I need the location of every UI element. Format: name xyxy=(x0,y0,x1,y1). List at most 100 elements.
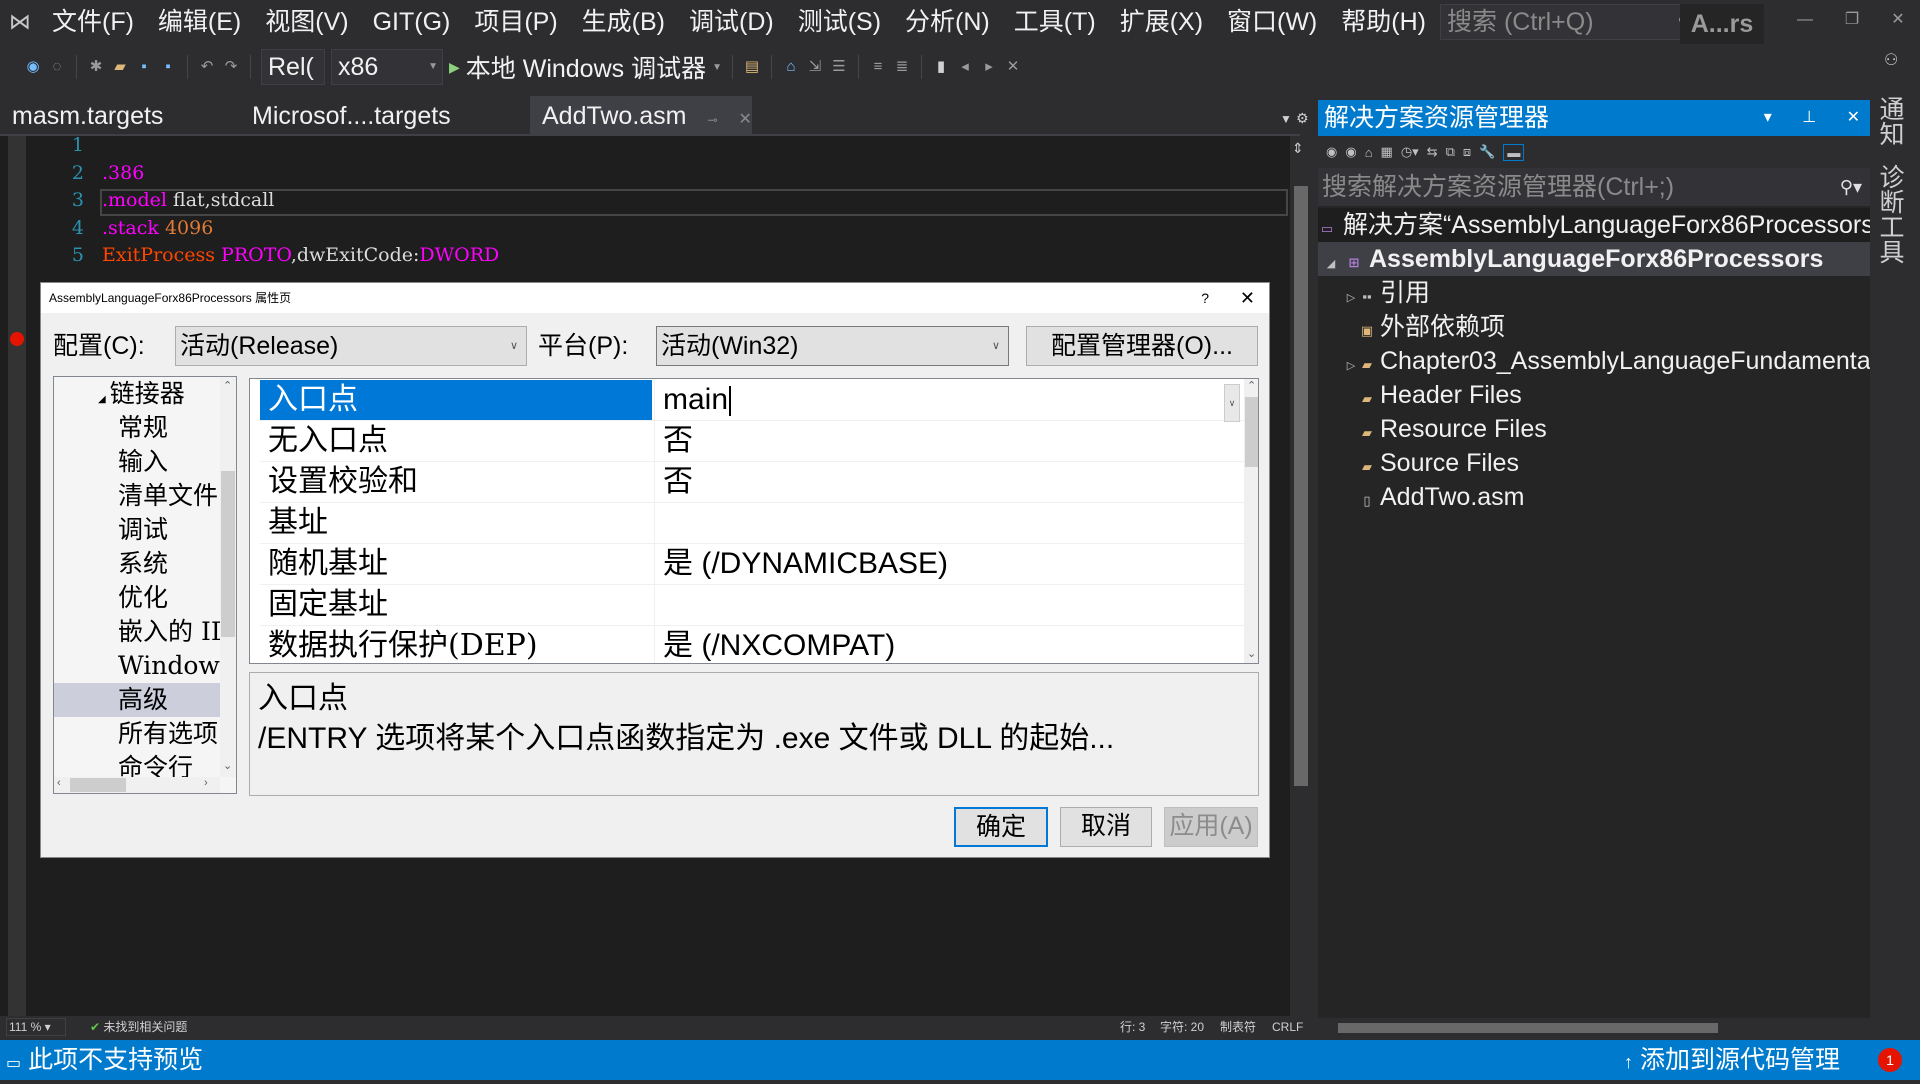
tree-item[interactable]: ▰ Header Files xyxy=(1318,378,1870,412)
configuration-manager-button[interactable]: 配置管理器(O)... xyxy=(1026,326,1258,366)
menu-item[interactable]: GIT(G) xyxy=(361,0,463,44)
notification-badge[interactable]: 1 xyxy=(1878,1048,1902,1072)
expanded-arrow-icon[interactable]: ◢ xyxy=(98,394,106,405)
menu-item[interactable]: 项目(P) xyxy=(462,0,569,44)
scroll-down-icon[interactable]: ⌄ xyxy=(1247,647,1256,660)
home-icon[interactable]: ⌂ xyxy=(1365,145,1373,160)
expanded-arrow-icon[interactable]: ◢ xyxy=(1324,247,1338,276)
menu-item[interactable]: 窗口(W) xyxy=(1215,0,1329,44)
start-debugging-button[interactable]: ▶ 本地 Windows 调试器 ▼ xyxy=(449,49,722,85)
close-icon[interactable]: ✕ xyxy=(738,111,751,128)
next-bookmark-icon[interactable]: ▸ xyxy=(980,56,998,78)
bookmark-icon[interactable]: ▮ xyxy=(932,56,950,78)
editor-vertical-scrollbar[interactable]: ⇕ xyxy=(1290,136,1312,1016)
grid-vertical-scrollbar[interactable]: ⌃ ⌄ xyxy=(1244,379,1258,663)
scroll-up-icon[interactable]: ⌃ xyxy=(1247,379,1256,392)
nav-item[interactable]: 系统 xyxy=(54,547,220,581)
tree-item[interactable]: ▷ ▰ Chapter03_AssemblyLanguageFundamentals xyxy=(1318,344,1870,378)
tree-item[interactable]: ▯ AddTwo.asm xyxy=(1318,480,1870,514)
back-icon[interactable]: ◉ xyxy=(1326,144,1337,160)
line-indicator[interactable]: 行: 3 xyxy=(1120,1018,1145,1036)
scroll-left-icon[interactable]: ‹ xyxy=(57,777,61,789)
line-ending-indicator[interactable]: CRLF xyxy=(1272,1018,1303,1036)
scroll-right-icon[interactable]: › xyxy=(204,777,208,789)
switch-views-icon[interactable]: ▦ xyxy=(1381,144,1393,160)
nav-item[interactable]: 嵌入的 IDL xyxy=(54,615,220,649)
nav-item[interactable]: 所有选项 xyxy=(54,717,220,751)
format-icon[interactable]: ☰ xyxy=(830,56,848,78)
nav-vertical-scrollbar[interactable]: ⌃ ⌄ xyxy=(220,377,236,777)
property-row[interactable]: 设置校验和 否 xyxy=(260,462,1244,503)
tree-item[interactable]: ▰ Source Files xyxy=(1318,446,1870,480)
split-window-icon[interactable]: ⇕ xyxy=(1292,140,1304,157)
add-to-source-control-button[interactable]: ↑ 添加到源代码管理 xyxy=(1624,1040,1840,1082)
tree-item[interactable]: ▰ Resource Files xyxy=(1318,412,1870,446)
step-icon[interactable]: ⇲ xyxy=(806,56,824,78)
back-icon[interactable]: ◉ xyxy=(24,56,42,78)
nav-item[interactable]: 常规 xyxy=(54,411,220,445)
save-all-icon[interactable]: ▪ xyxy=(159,56,177,78)
tree-item[interactable]: ▷ ▪▪ 引用 xyxy=(1318,276,1870,310)
gear-icon[interactable]: ⚙ xyxy=(1296,110,1309,127)
sync-active-document-icon[interactable]: ⇆ xyxy=(1427,144,1438,160)
forward-icon[interactable]: ◌ xyxy=(48,56,66,78)
window-position-dropdown-icon[interactable]: ▾ xyxy=(1764,109,1772,126)
tree-item[interactable]: ▣ 外部依赖项 xyxy=(1318,310,1870,344)
code-line[interactable]: .model flat,stdcall xyxy=(102,189,274,211)
entry-point-input[interactable]: main ∨ xyxy=(654,380,1244,422)
find-in-files-icon[interactable]: ▤ xyxy=(743,56,761,78)
scrollbar-thumb[interactable] xyxy=(1294,186,1308,786)
nav-item[interactable]: 输入 xyxy=(54,445,220,479)
tab-addtwo-asm[interactable]: AddTwo.asm ⊸ ✕ xyxy=(530,96,752,136)
close-icon[interactable]: ✕ xyxy=(1847,109,1860,126)
solution-platform-dropdown[interactable]: x86 ▼ xyxy=(331,49,443,85)
menu-item[interactable]: 调试(D) xyxy=(677,0,786,44)
tab-list-dropdown-icon[interactable]: ▼ xyxy=(1280,112,1292,126)
menu-item[interactable]: 生成(B) xyxy=(570,0,677,44)
cancel-button[interactable]: 取消 xyxy=(1060,807,1152,847)
tree-project-node[interactable]: ◢ ⊞ AssemblyLanguageForx86Processors xyxy=(1318,242,1870,276)
prev-bookmark-icon[interactable]: ◂ xyxy=(956,56,974,78)
close-dialog-button[interactable]: ✕ xyxy=(1240,283,1255,313)
issues-indicator[interactable]: ✔ 未找到相关问题 xyxy=(90,1018,187,1036)
help-button[interactable]: ? xyxy=(1201,283,1209,313)
side-tab-notifications[interactable]: 通知 xyxy=(1876,96,1908,146)
nav-item[interactable]: 优化 xyxy=(54,581,220,615)
comment-icon[interactable]: ≡ xyxy=(869,56,887,78)
uncomment-icon[interactable]: ≣ xyxy=(893,56,911,78)
menu-item[interactable]: 工具(T) xyxy=(1002,0,1108,44)
tree-solution-node[interactable]: ▭ 解决方案“AssemblyLanguageForx86Processors” xyxy=(1318,208,1870,242)
property-row[interactable]: 随机基址 是 (/DYNAMICBASE) xyxy=(260,544,1244,585)
nav-item[interactable]: 清单文件 xyxy=(54,479,220,513)
scroll-down-icon[interactable]: ⌄ xyxy=(223,759,232,772)
nav-horizontal-scrollbar[interactable]: ‹ › xyxy=(54,777,220,793)
code-line[interactable]: .386 xyxy=(102,162,144,184)
char-indicator[interactable]: 字符: 20 xyxy=(1160,1018,1204,1036)
nav-item[interactable]: 调试 xyxy=(54,513,220,547)
tabs-indicator[interactable]: 制表符 xyxy=(1220,1018,1256,1036)
nav-item[interactable]: Windows 元数据 xyxy=(54,649,220,683)
forward-icon[interactable]: ◉ xyxy=(1345,144,1356,160)
browser-home-icon[interactable]: ⌂ xyxy=(782,56,800,78)
save-icon[interactable]: ▪ xyxy=(135,56,153,78)
side-tab-diagnostic-tools[interactable]: 诊断工具 xyxy=(1876,164,1908,264)
tab-masm-targets[interactable]: masm.targets xyxy=(0,96,240,136)
collapse-all-icon[interactable]: ⧉ xyxy=(1446,144,1455,160)
pin-icon[interactable]: ⊥ xyxy=(1802,109,1816,126)
nav-item-linker[interactable]: ◢ 链接器 xyxy=(54,377,220,411)
menu-item[interactable]: 视图(V) xyxy=(253,0,360,44)
solution-name-badge[interactable]: A...rs xyxy=(1680,4,1764,44)
open-folder-icon[interactable]: ▰ xyxy=(111,56,129,78)
menu-item[interactable]: 文件(F) xyxy=(40,0,146,44)
menu-item[interactable]: 编辑(E) xyxy=(146,0,253,44)
scroll-up-icon[interactable]: ⌃ xyxy=(223,379,232,392)
pin-icon[interactable]: ⊸ xyxy=(707,113,717,127)
clear-bookmarks-icon[interactable]: ✕ xyxy=(1004,56,1022,78)
zoom-level-dropdown[interactable]: 111 % ▾ xyxy=(6,1018,66,1036)
feedback-icon[interactable]: ⚇ xyxy=(1884,50,1898,70)
menu-item[interactable]: 帮助(H) xyxy=(1329,0,1438,44)
code-line[interactable]: ExitProcess PROTO,dwExitCode:DWORD xyxy=(102,244,499,266)
property-row[interactable]: 入口点 main ∨ xyxy=(260,380,1244,422)
indicator-margin[interactable] xyxy=(8,136,26,1016)
breakpoint-icon[interactable] xyxy=(10,332,24,346)
